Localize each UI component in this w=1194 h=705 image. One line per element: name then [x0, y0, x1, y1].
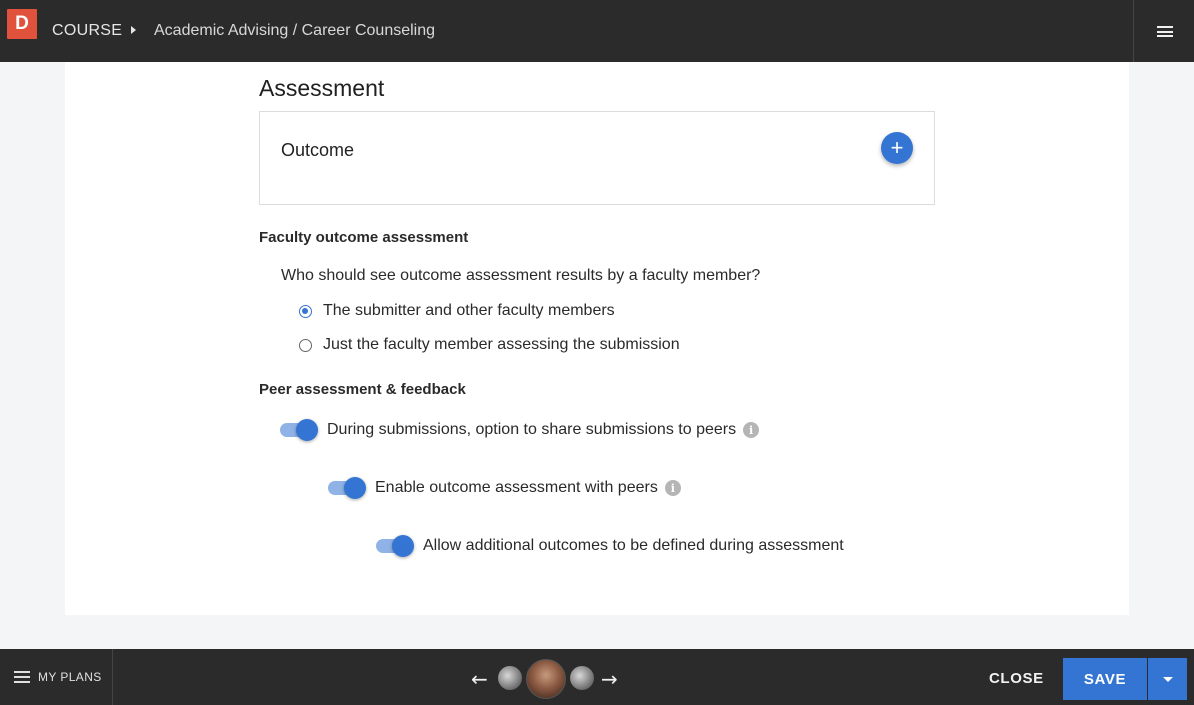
plus-icon: +	[890, 135, 904, 160]
next-arrow-icon[interactable]: →	[601, 667, 618, 691]
my-plans-label: MY PLANS	[38, 670, 102, 684]
outcome-label: Outcome	[281, 140, 355, 160]
breadcrumb-course-title: Academic Advising / Career Counseling	[154, 22, 436, 39]
faculty-visibility-question: Who should see outcome assessment result…	[281, 267, 761, 284]
toggle-row-share-submissions: During submissions, option to share subm…	[280, 419, 760, 441]
radio-label: The submitter and other faculty members	[323, 302, 615, 319]
radio-unchecked-icon[interactable]	[299, 338, 312, 352]
toggle-row-peer-outcome-assessment: Enable outcome assessment with peers i	[328, 477, 681, 499]
save-options-dropdown[interactable]	[1148, 658, 1187, 700]
avatar-current[interactable]	[526, 659, 566, 699]
peer-outcome-assessment-toggle[interactable]	[328, 477, 366, 499]
top-bar: D COURSE Academic Advising / Career Coun…	[0, 0, 1194, 62]
main-card: Assessment Outcome + Faculty outcome ass…	[65, 62, 1129, 615]
breadcrumb-course[interactable]: COURSE	[52, 22, 122, 40]
add-outcome-button[interactable]: +	[881, 132, 913, 164]
peer-assessment-heading: Peer assessment & feedback	[259, 381, 466, 398]
previous-arrow-icon[interactable]: ←	[471, 667, 488, 691]
radio-option-assessing-faculty-only[interactable]: Just the faculty member assessing the su…	[299, 336, 680, 354]
breadcrumb-chevron-right-icon	[131, 26, 136, 34]
avatar-next[interactable]	[570, 666, 594, 690]
app-logo[interactable]: D	[7, 9, 37, 39]
info-icon[interactable]: i	[743, 422, 760, 438]
outcome-panel: Outcome +	[259, 111, 935, 205]
avatar-previous[interactable]	[498, 666, 522, 690]
section-title: Assessment	[259, 75, 385, 101]
radio-checked-icon[interactable]	[299, 304, 312, 318]
close-button[interactable]: CLOSE	[989, 670, 1044, 687]
toggle-row-additional-outcomes: Allow additional outcomes to be defined …	[376, 535, 844, 557]
footer-divider	[112, 649, 113, 705]
list-icon	[14, 671, 30, 683]
toggle-label: Allow additional outcomes to be defined …	[423, 537, 844, 554]
toggle-label: During submissions, option to share subm…	[327, 421, 737, 438]
radio-option-submitter-and-faculty[interactable]: The submitter and other faculty members	[299, 302, 615, 320]
toggle-label: Enable outcome assessment with peers	[375, 479, 658, 496]
menu-divider	[1133, 0, 1134, 62]
additional-outcomes-toggle[interactable]	[376, 535, 414, 557]
info-icon[interactable]: i	[664, 480, 681, 496]
bottom-bar: MY PLANS ← → CLOSE SAVE	[0, 649, 1194, 705]
caret-down-icon	[1162, 676, 1173, 682]
save-button[interactable]: SAVE	[1063, 658, 1147, 700]
hamburger-menu-icon[interactable]	[1157, 26, 1173, 37]
faculty-assessment-heading: Faculty outcome assessment	[259, 229, 469, 246]
my-plans-button[interactable]: MY PLANS	[14, 670, 102, 684]
radio-label: Just the faculty member assessing the su…	[323, 336, 680, 353]
share-submissions-toggle[interactable]	[280, 419, 318, 441]
